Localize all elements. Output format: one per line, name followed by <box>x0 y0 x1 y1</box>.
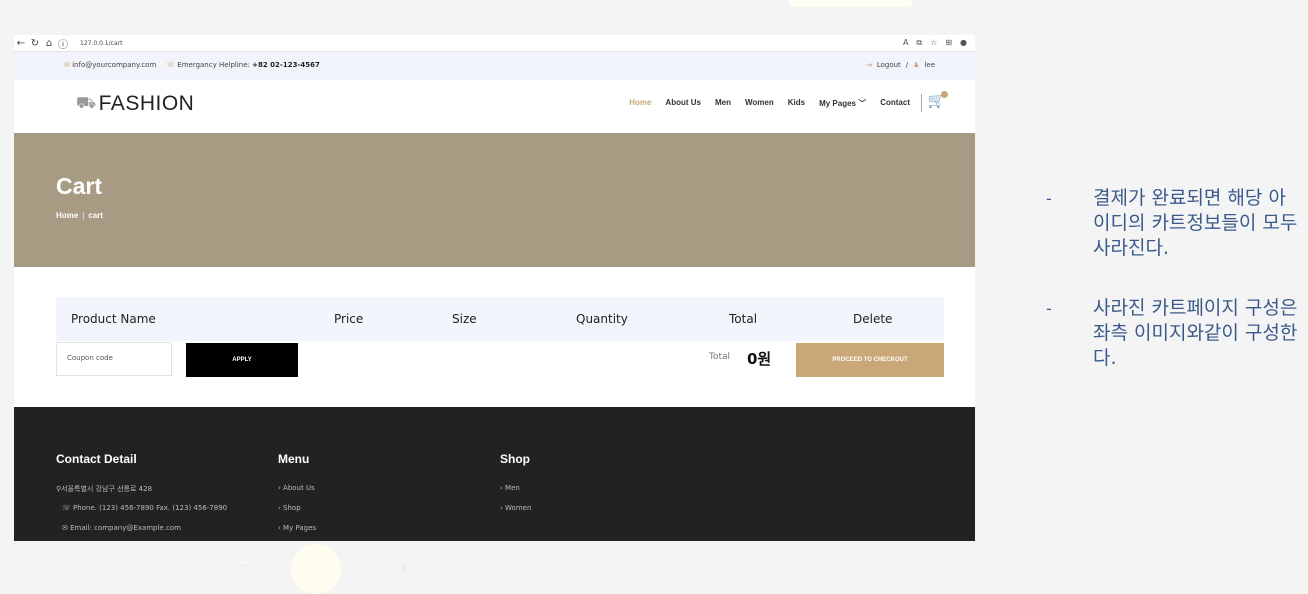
total-label: Total <box>709 352 731 362</box>
site-header: ⛟ FASHION Home About Us Men Women Kids M… <box>14 80 975 133</box>
info-icon[interactable]: ⓘ <box>56 36 70 51</box>
menu-home[interactable]: Home <box>629 98 651 109</box>
page-hero: Cart Home | cart <box>14 133 975 267</box>
menu-divider <box>921 94 922 112</box>
cart-table-header: Product Name Price Size Quantity Total D… <box>56 297 944 341</box>
menu-contact[interactable]: Contact <box>880 98 910 109</box>
col-size: Size <box>452 312 477 326</box>
home-icon[interactable]: ⌂ <box>42 38 56 49</box>
logo-text: FASHION <box>98 92 195 115</box>
phone-icon: ☏ <box>166 61 176 69</box>
tab-icon[interactable]: ⧉ <box>916 38 922 48</box>
site-footer: Contact Detail ⚲서울특별시 강남구 선릉로 428 ☏ Phon… <box>14 407 975 541</box>
footer-menu-shop: Shop <box>283 504 301 512</box>
cart-content: Product Name Price Size Quantity Total D… <box>14 267 975 407</box>
record-button[interactable] <box>291 544 341 594</box>
footer-shop-item[interactable]: › Women <box>500 504 531 524</box>
footer-shop-women: Women <box>505 504 532 512</box>
collections-icon[interactable]: ⊞ <box>945 38 952 48</box>
cart-logo-icon: ⛟ <box>76 95 97 112</box>
address-text: 서울특별시 강남구 선릉로 428 <box>61 485 153 493</box>
read-aloud-icon[interactable]: A <box>903 38 908 48</box>
col-product-name: Product Name <box>71 312 156 326</box>
helpline: ☏ Emergancy Helpline: +82 02-123-4567 <box>166 61 320 69</box>
footer-menu-item[interactable]: › About Us <box>278 484 316 504</box>
breadcrumb-current: cart <box>88 211 103 220</box>
note-1: 결제가 완료되면 해당 아이디의 카트정보들이 모두 사라진다. <box>1093 187 1298 259</box>
note-bullet: - <box>1046 299 1052 318</box>
col-price: Price <box>334 312 364 326</box>
url-text[interactable]: 127.0.0.1/cart <box>80 40 122 47</box>
col-quantity: Quantity <box>576 312 628 326</box>
user-icon: ♟ <box>913 61 920 69</box>
main-menu: Home About Us Men Women Kids My Pages ﹀ … <box>629 98 910 109</box>
note-bullet: - <box>1046 189 1052 208</box>
breadcrumb: Home | cart <box>56 211 103 220</box>
footer-menu: Menu › About Us › Shop › My Pages <box>278 452 316 544</box>
footer-shop: Shop › Men › Women <box>500 452 531 524</box>
col-delete: Delete <box>853 312 893 326</box>
page-title: Cart <box>56 173 103 199</box>
breadcrumb-home[interactable]: Home <box>56 211 78 220</box>
email-text: info@yourcompany.com <box>72 61 157 69</box>
phone-fax-text: Phone. (123) 456-7890 Fax. (123) 456-789… <box>72 504 228 512</box>
footer-shop-men: Men <box>505 484 520 492</box>
menu-about-us[interactable]: About Us <box>665 98 701 109</box>
user-separator: / <box>905 61 909 69</box>
footer-email: ✉ Email: company@Example.com <box>56 524 227 544</box>
cart-badge <box>941 91 948 98</box>
mail-icon: ✉ <box>64 61 70 69</box>
note-2: 사라진 카트페이지 구성은 좌측 이미지와같이 구성한다. <box>1093 297 1298 369</box>
footer-shop-title: Shop <box>500 452 530 466</box>
site-logo[interactable]: ⛟ FASHION <box>76 92 194 116</box>
footer-menu-about: About Us <box>283 484 315 492</box>
logout-icon: ⇥ <box>865 61 872 69</box>
back-icon[interactable]: ← <box>14 38 28 49</box>
browser-address-bar: ← ↻ ⌂ ⓘ 127.0.0.1/cart A ⧉ ☆ ⊞ ● <box>14 35 975 52</box>
favorites-icon[interactable]: ☆ <box>930 38 937 48</box>
footer-contact-title: Contact Detail <box>56 452 137 466</box>
checkout-button[interactable]: PROCEED TO CHECKOUT <box>796 343 944 377</box>
footer-menu-item[interactable]: › Shop <box>278 504 316 524</box>
top-info-bar: ✉ info@yourcompany.com ☏ Emergancy Helpl… <box>14 52 975 80</box>
breadcrumb-separator: | <box>82 211 85 220</box>
email-text-footer: Email: company@Example.com <box>70 524 181 532</box>
coupon-input[interactable]: Coupon code <box>56 342 172 376</box>
logout-link[interactable]: Logout <box>877 61 901 69</box>
refresh-icon[interactable]: ↻ <box>28 38 42 49</box>
profile-icon[interactable]: ● <box>960 38 967 48</box>
menu-kids[interactable]: Kids <box>788 98 805 109</box>
chevron-left-icon[interactable]: ‹ <box>402 560 408 576</box>
email-contact[interactable]: ✉ info@yourcompany.com <box>64 61 156 69</box>
phone-icon: ☏ <box>62 504 73 512</box>
menu-my-pages[interactable]: My Pages ﹀ <box>819 98 866 109</box>
apply-button[interactable]: APPLY <box>186 343 298 377</box>
helpline-number: +82 02-123-4567 <box>252 61 320 69</box>
minus-icon[interactable]: − <box>240 555 252 571</box>
total-value: 0원 <box>747 350 772 368</box>
footer-phone-fax: ☏ Phone. (123) 456-7890 Fax. (123) 456-7… <box>56 504 227 524</box>
envelope-icon: ✉ <box>62 524 71 532</box>
footer-menu-mypages: My Pages <box>283 524 317 532</box>
footer-menu-item[interactable]: › My Pages <box>278 524 316 544</box>
helpline-label: Emergancy Helpline: <box>177 61 250 69</box>
col-total: Total <box>729 312 758 326</box>
footer-shop-item[interactable]: › Men <box>500 484 531 504</box>
menu-men[interactable]: Men <box>715 98 731 109</box>
user-link[interactable]: lee <box>924 61 935 69</box>
top-pill <box>789 0 912 7</box>
footer-contact: Contact Detail ⚲서울특별시 강남구 선릉로 428 ☏ Phon… <box>56 452 227 544</box>
menu-women[interactable]: Women <box>745 98 774 109</box>
footer-address: ⚲서울특별시 강남구 선릉로 428 <box>56 484 227 504</box>
footer-menu-title: Menu <box>278 452 310 466</box>
